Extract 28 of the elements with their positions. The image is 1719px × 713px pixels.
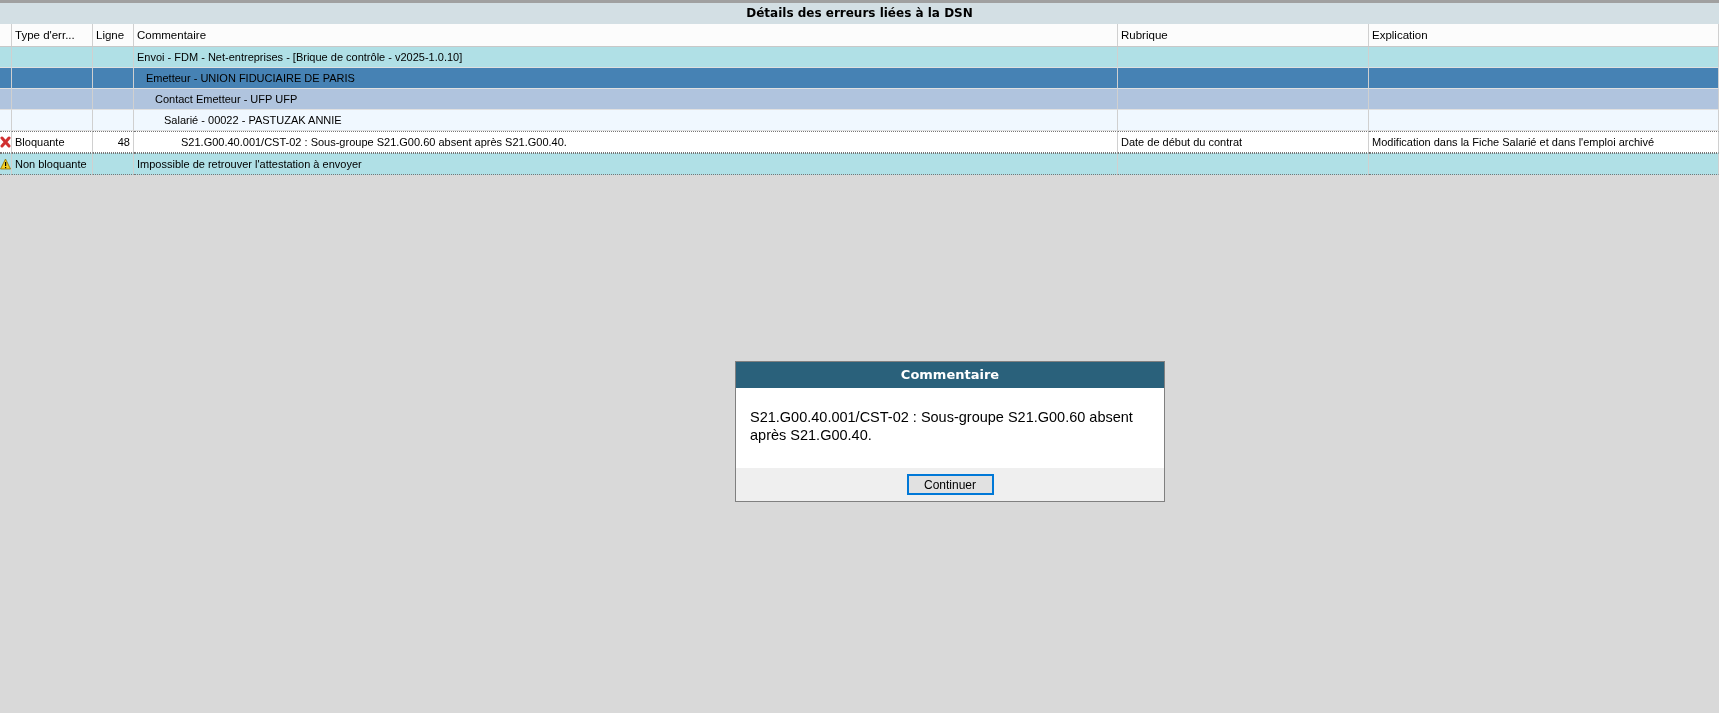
comment-text: Salarié - 00022 - PASTUZAK ANNIE xyxy=(163,114,342,126)
column-header[interactable]: Ligne xyxy=(96,29,125,41)
warning-icon xyxy=(0,158,11,170)
column-header[interactable]: Rubrique xyxy=(1121,29,1168,41)
rubrique-text: Date de début du contrat xyxy=(1121,136,1243,148)
comment-text: Impossible de retrouver l'attestation à envoyer xyxy=(137,158,362,170)
group-row[interactable]: Salarié - 00022 - PASTUZAK ANNIE xyxy=(0,110,1719,131)
dialog-title: Commentaire xyxy=(736,362,1164,388)
line-number: 48 xyxy=(117,136,130,148)
error-type: Non bloquante xyxy=(15,158,87,170)
continue-button[interactable]: Continuer xyxy=(906,474,994,495)
explanation-text: Modification dans la Fiche Salarié et dans l'emploi archivé xyxy=(1372,136,1655,148)
group-row[interactable]: Emetteur - UNION FIDUCIAIRE DE PARIS xyxy=(0,68,1719,89)
comment-text: Envoi - FDM - Net-entreprises - [Brique de contrôle - v2025-1.0.10] xyxy=(137,51,463,63)
error-row[interactable]: Non bloquante Impossible de retrouver l'attestation à envoyer xyxy=(0,153,1719,175)
column-header[interactable]: Commentaire xyxy=(137,29,207,41)
comment-text: Emetteur - UNION FIDUCIAIRE DE PARIS xyxy=(145,72,355,84)
comment-text: S21.G00.40.001/CST-02 : Sous-groupe S21.G00.60 absent après S21.G00.40. xyxy=(180,136,567,148)
column-header[interactable]: Explication xyxy=(1372,29,1428,41)
comment-text: Contact Emetteur - UFP UFP xyxy=(154,93,298,105)
group-row[interactable]: Contact Emetteur - UFP UFP xyxy=(0,89,1719,110)
column-header[interactable]: Type d'err... xyxy=(15,29,75,41)
error-row[interactable]: Bloquante 48 S21.G00.40.001/CST-02 : Sous-groupe S21.G00.60 absent après S21.G00.40. Date de début du contrat Modification dans la Fiche Salarié et dans l'emploi archivé xyxy=(0,131,1719,153)
window-title: Détails des erreurs liées à la DSN xyxy=(0,3,1719,24)
dialog-message: S21.G00.40.001/CST-02 : Sous-groupe S21.G00.60 absent après S21.G00.40. xyxy=(749,408,1134,445)
error-cross-icon xyxy=(0,136,11,148)
group-row[interactable]: Envoi - FDM - Net-entreprises - [Brique de contrôle - v2025-1.0.10] xyxy=(0,47,1719,68)
error-type: Bloquante xyxy=(15,136,65,148)
